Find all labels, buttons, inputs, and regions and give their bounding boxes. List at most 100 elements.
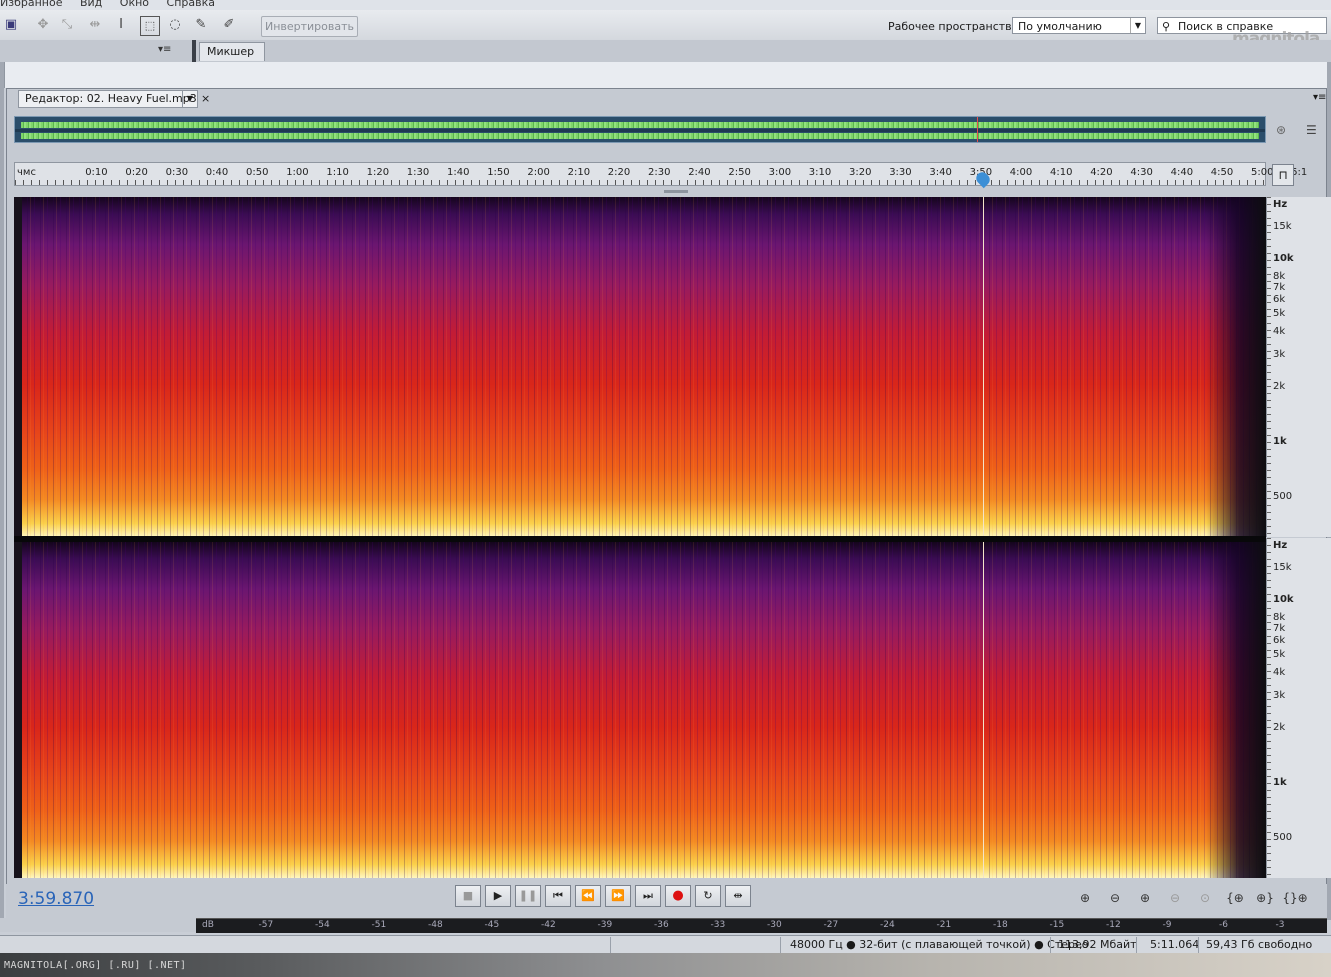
status-duration: 5:11.064 [1150, 938, 1200, 951]
meter-label: -45 [484, 920, 500, 930]
meter-label: -27 [823, 920, 839, 930]
zoom-out-full-icon[interactable]: ⊖ [1162, 888, 1188, 908]
ruler-label: 0:30 [165, 167, 189, 178]
meter-label: -48 [428, 920, 443, 930]
hz-label: 10k [1273, 594, 1294, 606]
overview-divider [15, 129, 1265, 132]
meter-label: -57 [258, 920, 274, 930]
hz-label: 1k [1273, 776, 1287, 788]
meter-label: -15 [1049, 920, 1065, 930]
ruler-label: 5:00 [1251, 167, 1274, 178]
ruler-label: 1:20 [366, 167, 390, 178]
desktop-background [0, 953, 1331, 977]
snap-toggle-icon[interactable]: ⊓ [1272, 164, 1294, 186]
meter-label: -6 [1219, 920, 1228, 930]
marquee-tool-icon[interactable]: ⬚ [140, 16, 160, 36]
dropdown-arrow-icon[interactable]: ▼ [182, 91, 197, 107]
menu-view[interactable]: Вид [80, 0, 102, 9]
timeline-scroll-handle[interactable] [664, 190, 688, 193]
zoom-out-amplitude-icon[interactable]: ⊖ [1102, 888, 1128, 908]
hz-label: 4k [1273, 325, 1286, 337]
menu-help[interactable]: Справка [167, 0, 215, 9]
close-icon[interactable]: × [201, 92, 210, 105]
frequency-scale-left[interactable]: Hz 15k 10k 8k 7k 6k 5k 4k 3k 2k 1k 500 [1266, 197, 1331, 537]
overview-playhead [977, 117, 979, 142]
zoom-in-right-icon[interactable]: ⊕} [1252, 888, 1278, 908]
ruler-label: 1:40 [447, 167, 470, 178]
fast-forward-button[interactable]: ⏩ [605, 885, 631, 907]
razor-tool-icon[interactable]: ⇹ [86, 16, 104, 34]
zoom-selection-icon[interactable]: ⊙ [1192, 888, 1218, 908]
spectrogram-edge [14, 197, 22, 537]
loop-button[interactable]: ↻ [695, 885, 721, 907]
zoom-navigator-icon[interactable]: ⊛ [1276, 123, 1286, 137]
watermark-text: MAGNITOLA[.ORG] [.RU] [.NET] [4, 960, 187, 971]
menu-window[interactable]: Окно [120, 0, 149, 9]
workspace-label: Рабочее пространство: [888, 20, 1023, 33]
meter-left-area [0, 918, 196, 932]
tab-mixer-label: Микшер [207, 45, 255, 58]
workspace-value: По умолчанию [1018, 20, 1102, 33]
record-button[interactable]: ● [665, 885, 691, 907]
spectrogram-right-channel[interactable] [14, 542, 1266, 878]
spot-healing-tool-icon[interactable]: ✐ [220, 16, 238, 34]
hz-label: 10k [1273, 253, 1294, 265]
status-separator [1198, 937, 1199, 953]
go-end-button[interactable]: ⏭ [635, 885, 661, 907]
overview-left-channel [21, 122, 1259, 128]
dropdown-arrow-icon: ▼ [1130, 18, 1145, 33]
panel-splitter[interactable] [192, 40, 196, 62]
main-toolbar: ▣ ✥ ⤡ ⇹ I ⬚ ◌ ✎ ✐ Инвертировать Рабочее … [0, 10, 1331, 55]
status-format: 48000 Гц ● 32-бит (с плавающей точкой) ●… [790, 938, 1089, 951]
level-meter[interactable]: dB -57 -54 -51 -48 -45 -42 -39 -36 -33 -30 -27 -24 -2… [196, 918, 1327, 933]
menu-favorites[interactable]: Избранное [0, 0, 62, 9]
status-file-size: 113,92 Мбайт [1058, 938, 1137, 951]
spectrogram-fade-out [1206, 197, 1266, 537]
zoom-in-amplitude-icon[interactable]: ⊕ [1072, 888, 1098, 908]
hz-label: 6k [1273, 293, 1286, 305]
lasso-tool-icon[interactable]: ◌ [166, 16, 184, 34]
slip-tool-icon[interactable]: ⤡ [58, 16, 76, 34]
workspace-select[interactable]: По умолчанию ▼ [1012, 17, 1146, 34]
spectrogram-left-channel[interactable] [14, 197, 1266, 537]
view-options-icon[interactable]: ☰ [1306, 123, 1317, 137]
frequency-scale-right[interactable]: Hz 15k 10k 8k 7k 6k 5k 4k 3k 2k 1k 500 [1266, 538, 1331, 878]
invert-button[interactable]: Инвертировать [261, 16, 358, 37]
hz-label: 2k [1273, 721, 1286, 733]
ruler-label: 1:00 [286, 167, 309, 178]
brush-tool-icon[interactable]: ✎ [192, 16, 210, 34]
hz-label: 5k [1273, 308, 1286, 320]
move-tool-icon[interactable]: ✥ [34, 16, 52, 34]
playhead-line [983, 542, 985, 878]
hz-label: 500 [1273, 831, 1293, 843]
hz-label: 15k [1273, 562, 1292, 574]
hz-unit-label: Hz [1273, 540, 1288, 551]
rewind-button[interactable]: ⏪ [575, 885, 601, 907]
time-selection-tool-icon[interactable]: I [112, 16, 130, 34]
zoom-in-time-icon[interactable]: ⊕ [1132, 888, 1158, 908]
overview-waveform[interactable] [14, 116, 1266, 143]
ruler-label: 3:00 [768, 167, 792, 178]
hz-label: 8k [1273, 271, 1286, 283]
zoom-in-left-icon[interactable]: {⊕ [1222, 888, 1248, 908]
editor-file-select[interactable]: Редактор: 02. Heavy Fuel.mp3 ▼ [18, 90, 198, 108]
go-start-button[interactable]: ⏮ [545, 885, 571, 907]
stop-button[interactable]: ■ [455, 885, 481, 907]
panel-menu-icon[interactable]: ▾≡ [1313, 92, 1326, 103]
meter-label: -51 [371, 920, 387, 930]
current-time-display[interactable]: 3:59.870 [18, 889, 94, 909]
hz-label: 5k [1273, 649, 1286, 661]
panel-menu-icon[interactable]: ▾≡ [158, 44, 171, 55]
playhead-line [983, 197, 985, 537]
meter-label: -36 [654, 920, 669, 930]
timeline-ruler[interactable]: чмс 0:10 0:20 0:30 0:40 0:50 1:00 1:10 1:20 1:30… [14, 162, 1307, 186]
zoom-fit-icon[interactable]: {}⊕ [1282, 888, 1308, 908]
play-button[interactable]: ▶ [485, 885, 511, 907]
hz-label: 8k [1273, 612, 1286, 624]
spectrogram-fade-out [1206, 542, 1266, 878]
status-separator [610, 937, 611, 953]
skip-selection-button[interactable]: ⇹ [725, 885, 751, 907]
pause-button[interactable]: ❚❚ [515, 885, 541, 907]
ruler-label: 2:40 [688, 167, 711, 178]
tab-mixer[interactable]: Микшер × [199, 42, 265, 76]
